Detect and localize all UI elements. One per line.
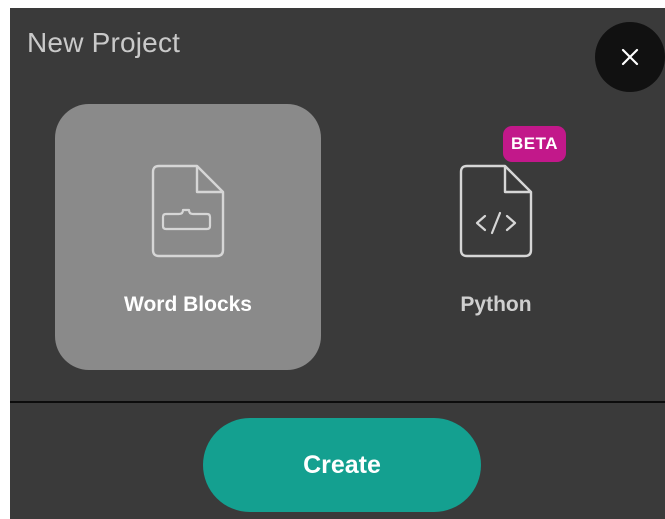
- create-button[interactable]: Create: [203, 418, 481, 512]
- project-type-python[interactable]: Python: [363, 104, 629, 370]
- dialog-title: New Project: [27, 27, 181, 58]
- code-file-icon: [459, 164, 533, 258]
- python-label: Python: [460, 293, 532, 316]
- close-icon: [621, 48, 639, 66]
- beta-badge: BETA: [503, 126, 566, 162]
- footer-divider: [10, 401, 665, 403]
- new-project-dialog: New Project Word Blocks Python BETA Crea…: [10, 8, 665, 519]
- word-blocks-file-icon: [151, 164, 225, 258]
- word-blocks-label: Word Blocks: [124, 293, 252, 316]
- close-button[interactable]: [595, 22, 665, 92]
- project-type-word-blocks[interactable]: Word Blocks: [55, 104, 321, 370]
